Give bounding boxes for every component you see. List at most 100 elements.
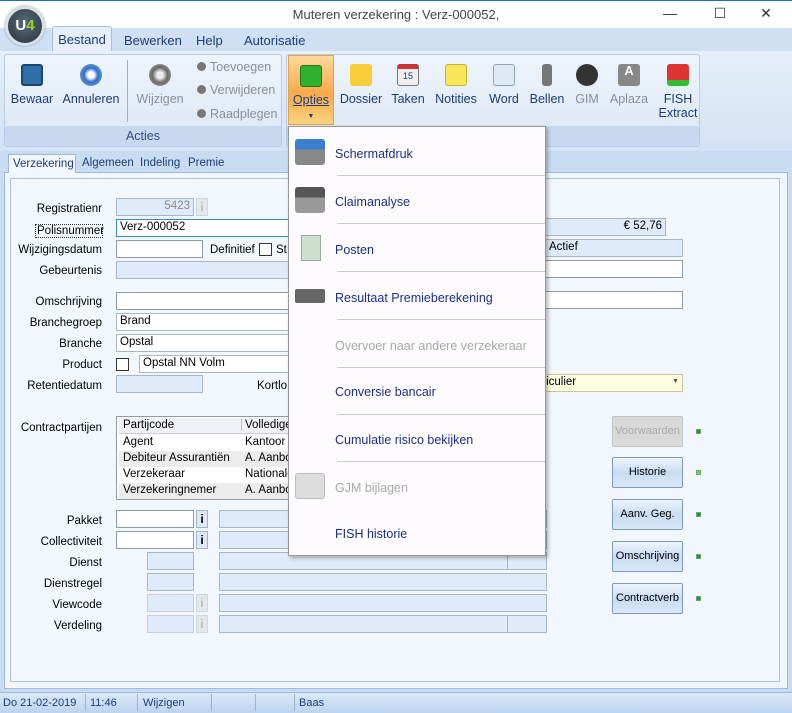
- contractpartijen-grid[interactable]: Partijcode Volledige Agent Kantoor Debiteu…: [116, 416, 290, 500]
- calculator-icon: [295, 289, 325, 303]
- definitief-checkbox[interactable]: [259, 243, 272, 256]
- dienstregel-field: [147, 573, 194, 591]
- gim-icon: [576, 64, 598, 86]
- bewaar-button[interactable]: Bewaar: [10, 64, 54, 106]
- label-contractpartijen: Contractpartijen: [20, 422, 102, 434]
- tab-verzekering[interactable]: Verzekering: [8, 154, 76, 173]
- divider: [211, 694, 212, 711]
- menu-tab-bestand[interactable]: Bestand: [52, 26, 112, 52]
- label-polisnummer: Polisnummer: [35, 224, 105, 238]
- info-icon[interactable]: i: [196, 531, 208, 549]
- folder-search-icon: [295, 473, 325, 499]
- gim-button[interactable]: GIM: [572, 64, 602, 106]
- retentiedatum-field: [116, 375, 203, 393]
- verdeling-description: [219, 615, 508, 633]
- aanv-geg-button[interactable]: Aanv. Geg.: [612, 499, 683, 530]
- divider: [337, 223, 545, 224]
- menu-item-fish-historie[interactable]: FISH historie: [289, 509, 545, 556]
- divider: [337, 319, 545, 320]
- label-gebeurtenis: Gebeurtenis: [39, 265, 102, 277]
- menu-tab-bewerken[interactable]: Bewerken: [124, 33, 182, 48]
- historie-button[interactable]: Historie: [612, 457, 683, 488]
- info-icon[interactable]: i: [196, 594, 208, 612]
- info-icon[interactable]: i: [196, 198, 208, 216]
- opties-button[interactable]: Opties ▼: [288, 55, 334, 125]
- label-wijzigingsdatum: Wijzigingsdatum: [18, 244, 102, 256]
- label-st: St: [276, 244, 287, 256]
- printer-icon: [295, 139, 325, 165]
- wijzigingsdatum-input[interactable]: [116, 240, 203, 258]
- label-kortlo: Kortlo: [257, 380, 288, 392]
- table-row[interactable]: Debiteur Assurantiën A. Aanbo: [119, 451, 289, 467]
- polisnummer-input[interactable]: Verz-000052: [116, 219, 296, 237]
- folder-icon: [350, 64, 372, 86]
- status-user: Baas: [299, 697, 325, 709]
- app-logo[interactable]: U4: [5, 6, 45, 46]
- taken-button[interactable]: 15 Taken: [389, 64, 427, 106]
- pakket-input[interactable]: [116, 510, 194, 528]
- title-bar: Muteren verzekering : Verz-000052, — ☐ ✕: [0, 0, 792, 28]
- label-omschrijving: Omschrijving: [35, 296, 102, 308]
- table-row[interactable]: Agent Kantoor: [119, 435, 289, 451]
- bellen-button[interactable]: Bellen: [527, 64, 567, 106]
- wijzigen-button[interactable]: Wijzigen: [135, 64, 185, 106]
- menu-item-cumulatie-risico[interactable]: Cumulatie risico bekijken: [289, 415, 545, 462]
- phone-icon: [542, 64, 552, 86]
- verwijderen-button[interactable]: Verwijderen: [197, 83, 275, 97]
- status-bar: Do 21-02-2019 11:46 Wijzigen Baas: [0, 692, 792, 713]
- menu-item-conversie-bancair[interactable]: Conversie bancair: [289, 367, 545, 414]
- menu-item-overvoer[interactable]: Overvoer naar andere verzekeraar: [289, 321, 545, 368]
- opties-icon: [300, 65, 322, 87]
- label-definitief: Definitief: [210, 244, 255, 256]
- add-icon: [197, 62, 206, 71]
- info-icon[interactable]: i: [196, 510, 208, 528]
- omschrijving-input[interactable]: [116, 292, 296, 310]
- toevoegen-button[interactable]: Toevoegen: [197, 60, 271, 74]
- menu-item-posten[interactable]: Posten: [289, 225, 545, 272]
- verdeling-extra: [507, 615, 547, 633]
- dossier-button[interactable]: Dossier: [338, 64, 384, 106]
- maximize-button[interactable]: ☐: [705, 5, 735, 22]
- menu-item-resultaat-premieberekening[interactable]: Resultaat Premieberekening: [289, 273, 545, 320]
- aplaza-button[interactable]: A Aplaza: [609, 64, 649, 106]
- ledger-icon: [301, 235, 321, 261]
- notities-button[interactable]: Notities: [432, 64, 480, 106]
- group-label: Acties: [5, 126, 281, 146]
- annuleren-button[interactable]: Annuleren: [62, 64, 120, 106]
- menu-item-claimanalyse[interactable]: Claimanalyse: [289, 177, 545, 224]
- menu-item-schermafdruk[interactable]: Schermafdruk: [289, 129, 545, 176]
- close-button[interactable]: ✕: [751, 5, 781, 22]
- voorwaarden-button[interactable]: Voorwaarden: [612, 416, 683, 447]
- divider: [85, 694, 86, 711]
- header-volledige: Volledige: [241, 419, 289, 431]
- label-product: Product: [62, 359, 102, 371]
- label-branchegroep: Branchegroep: [29, 317, 102, 329]
- omschrijving-button[interactable]: Omschrijving: [612, 541, 683, 572]
- word-button[interactable]: Word: [486, 64, 522, 106]
- status-date: Do 21-02-2019: [3, 697, 77, 709]
- tab-premie[interactable]: Premie: [188, 157, 224, 169]
- product-field: Opstal NN Volm: [139, 355, 299, 373]
- info-icon[interactable]: i: [196, 615, 208, 633]
- raadplegen-button[interactable]: Raadplegen: [197, 107, 277, 121]
- menu-tab-autorisatie[interactable]: Autorisatie: [244, 33, 305, 48]
- tab-algemeen[interactable]: Algemeen: [82, 157, 134, 169]
- document-icon: [493, 64, 515, 86]
- table-row[interactable]: Verzekeraar Nationale: [119, 467, 289, 483]
- contractverb-button[interactable]: Contractverb: [612, 583, 683, 614]
- minimize-button[interactable]: —: [655, 5, 685, 21]
- menu-item-gjm-bijlagen[interactable]: GJM bijlagen: [289, 463, 545, 510]
- dienstregel-description: [219, 573, 547, 591]
- menu-tab-help[interactable]: Help: [196, 33, 223, 48]
- collectiviteit-input[interactable]: [116, 531, 194, 549]
- label-branche: Branche: [59, 338, 102, 350]
- viewcode-field: [147, 594, 194, 612]
- label-verdeling: Verdeling: [54, 620, 102, 632]
- tab-indeling[interactable]: Indeling: [140, 157, 180, 169]
- fish-extract-button[interactable]: FISH Extract: [656, 64, 700, 120]
- table-row[interactable]: Verzekeringnemer A. Aanbo: [119, 483, 289, 499]
- label-registratienr: Registratienr: [36, 203, 102, 215]
- product-checkbox[interactable]: [116, 358, 129, 371]
- calendar-icon: 15: [397, 64, 419, 86]
- label-dienstregel: Dienstregel: [43, 578, 102, 590]
